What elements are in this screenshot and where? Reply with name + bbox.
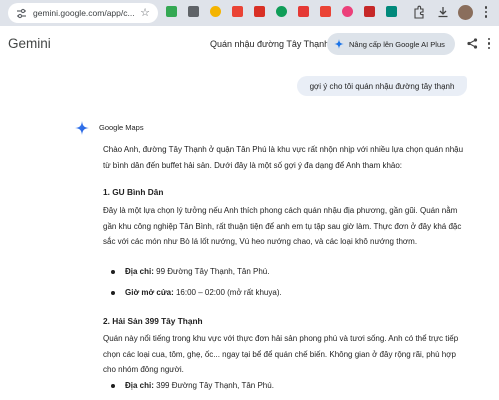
gemini-sparkle-icon [75,121,89,135]
place-heading-text: 2. Hải Sản 399 Tây Thạnh [103,316,203,326]
hours-label: Giờ mở cửa: [125,288,174,297]
place-heading-text: 1. GU Bình Dân [103,187,164,197]
profile-avatar[interactable] [458,5,473,20]
menu-icon[interactable] [482,4,490,20]
more-options-icon[interactable] [486,37,492,50]
ext-red-icon[interactable] [232,6,243,17]
ext-green-square-icon[interactable] [276,6,287,17]
ext-rainbow-icon[interactable] [210,6,221,17]
ext-shield2-icon[interactable] [364,6,375,17]
ext-shield-icon[interactable] [254,6,265,17]
ext-teal-icon[interactable] [386,6,397,17]
extensions-bar [166,6,408,17]
download-icon[interactable] [436,5,450,19]
tool-label[interactable]: Google Maps [99,123,144,132]
user-message: gợi ý cho tôi quán nhậu đường tây thạnh [297,76,467,96]
hours-value: 16:00 – 02:00 (mở rất khuya). [175,288,282,297]
response-intro: Chào Anh, đường Tây Thạnh ở quận Tân Phú… [103,145,464,170]
address-item: Địa chỉ: 399 Đường Tây Thạnh, Tân Phú. [111,379,274,393]
address-value: 99 Đường Tây Thạnh, Tân Phú. [156,267,270,276]
ext-gear-icon[interactable] [188,6,199,17]
share-icon[interactable] [467,38,478,49]
address-value: 399 Đường Tây Thạnh, Tân Phú. [156,381,274,390]
ext-pink-check-icon[interactable] [342,6,353,17]
place-heading: 1. GU Bình Dân [103,185,468,201]
address-label: Địa chỉ: [125,381,154,390]
app-logo[interactable]: Gemini [8,36,51,51]
user-message-text: gợi ý cho tôi quán nhậu đường tây thạnh [309,81,455,91]
hours-item: Giờ mở cửa: 16:00 – 02:00 (mở rất khuya)… [111,286,282,300]
ext-green-icon[interactable] [166,6,177,17]
upgrade-button[interactable]: Nâng cấp lên Google AI Plus [327,33,455,55]
browser-toolbar: gemini.google.com/app/c... ☆ [0,0,499,26]
puzzle-icon[interactable] [413,5,425,19]
address-label: Địa chỉ: [125,267,154,276]
url-text[interactable]: gemini.google.com/app/c... [33,8,135,18]
address-bar[interactable]: gemini.google.com/app/c... ☆ [8,3,158,23]
tune-icon[interactable] [14,6,28,20]
place-heading: 2. Hải Sản 399 Tây Thạnh [103,314,468,330]
conversation-title: Quán nhậu đường Tây Thạnh [210,39,330,49]
place-description: Quán này nổi tiếng trong khu vực với thự… [103,334,459,374]
upgrade-label: Nâng cấp lên Google AI Plus [349,39,445,49]
star-icon[interactable]: ☆ [140,6,150,20]
ext-gmail-icon[interactable] [320,6,331,17]
address-item: Địa chỉ: 99 Đường Tây Thạnh, Tân Phú. [111,265,269,279]
sparkle-icon [334,39,344,49]
place-description: Đây là một lựa chọn lý tưởng nếu Anh thí… [103,206,462,246]
ext-red-square-icon[interactable] [298,6,309,17]
